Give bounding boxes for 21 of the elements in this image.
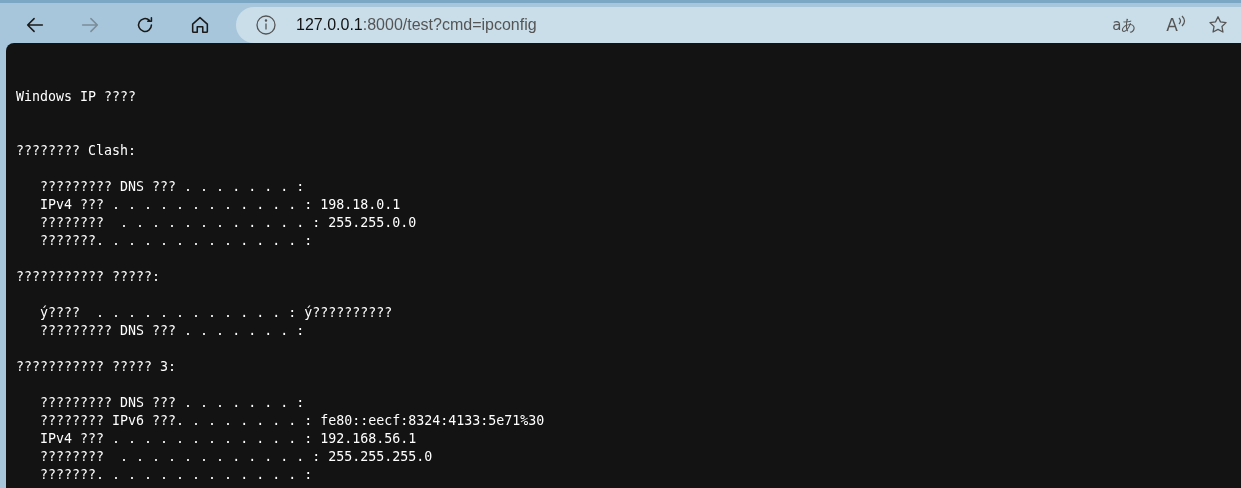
console-line: ???????? . . . . . . . . . . . . : 255.255.0.0 [40,214,417,232]
translate-icon[interactable]: aあ [1112,15,1137,35]
console-line: ???????. . . . . . . . . . . . . : [40,466,313,484]
url-text: 127.0.0.1:8000/test?cmd=ipconfig [296,16,537,34]
console-line: IPv4 ??? . . . . . . . . . . . . : 198.18.0.1 [40,196,401,214]
home-icon [189,14,211,36]
console-line: ????????? DNS ??? . . . . . . . : [40,394,305,412]
address-field[interactable]: 127.0.0.1:8000/test?cmd=ipconfig aあ A [236,7,1241,43]
console-line: ???????? IPv6 ???. . . . . . . . : fe80::eecf:8324:4133:5e71%30 [40,412,545,430]
adapter-heading: ???????? Clash: [16,142,137,160]
info-icon[interactable] [255,14,277,36]
adapter-heading: ??????????? ?????: [16,268,161,286]
console-line: ???????. . . . . . . . . . . . . : [40,232,313,250]
console-line: IPv4 ??? . . . . . . . . . . . . : 192.168.56.1 [40,430,417,448]
console-title: Windows IP ???? [16,88,137,106]
adapter-heading: ??????????? ????? 3: [16,358,177,376]
star-icon[interactable] [1207,14,1229,36]
console-line: ý???? . . . . . . . . . . . . : ý?????????? [40,304,393,322]
console-line: ???????? . . . . . . . . . . . . : 255.255.255.0 [40,448,433,466]
console-line: ????????? DNS ??? . . . . . . . : [40,178,305,196]
console-line: ????????? DNS ??? . . . . . . . : [40,322,305,340]
